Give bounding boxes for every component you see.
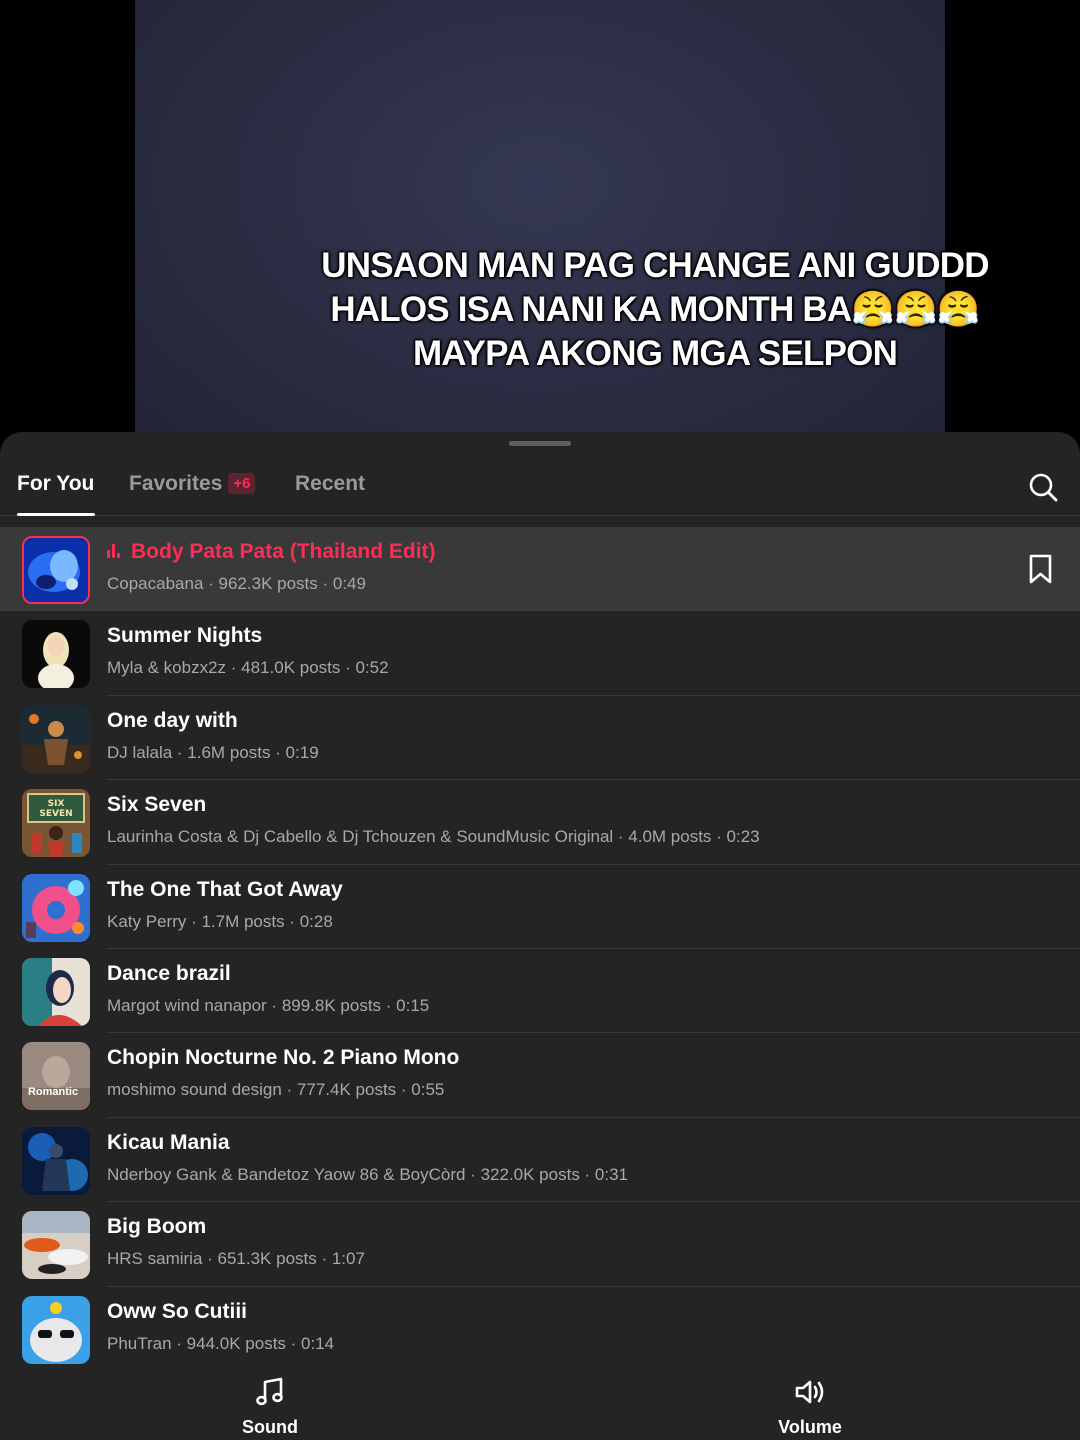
sound-row[interactable]: Dance brazil Margot wind nanapor · 899.8…	[0, 949, 1080, 1034]
active-tab-indicator	[17, 513, 95, 516]
tab-recent-label: Recent	[295, 472, 366, 495]
sound-cover	[22, 1211, 90, 1280]
sound-cover	[22, 957, 90, 1026]
sound-title: Kicau Mania	[107, 1130, 230, 1154]
sound-row[interactable]: The One That Got Away Katy Perry · 1.7M …	[0, 865, 1080, 949]
sound-title: Oww So Cutiii	[107, 1299, 247, 1323]
tab-favorites[interactable]: Favorites +6	[129, 472, 256, 496]
sound-row[interactable]: Summer Nights Myla & kobzx2z · 481.0K po…	[0, 611, 1080, 696]
sound-meta: Laurinha Costa & Dj Cabello & Dj Tchouze…	[107, 827, 760, 847]
sound-title: Chopin Nocturne No. 2 Piano Mono	[107, 1046, 460, 1070]
sound-row[interactable]: Body Pata Pata (Thailand Edit) Copacaban…	[0, 527, 1080, 612]
sound-row[interactable]: One day with DJ lalala · 1.6M posts · 0:…	[0, 696, 1080, 781]
volume-button-label: Volume	[778, 1417, 842, 1437]
tab-for-you[interactable]: For You	[17, 472, 94, 496]
cover-text: SIX SEVEN	[39, 799, 73, 820]
sound-title: The One That Got Away	[107, 877, 343, 901]
equalizer-icon	[107, 544, 125, 558]
video-caption: UNSAON MAN PAG CHANGE ANI GUDDD HALOS IS…	[250, 244, 1060, 376]
sound-meta: moshimo sound design · 777.4K posts · 0:…	[107, 1080, 445, 1100]
sound-cover	[22, 1126, 90, 1195]
video-preview[interactable]: UNSAON MAN PAG CHANGE ANI GUDDD HALOS IS…	[0, 0, 1080, 460]
sound-title: Big Boom	[107, 1215, 207, 1239]
sound-row[interactable]: Oww So Cutiii PhuTran · 944.0K posts · 0…	[0, 1287, 1080, 1371]
sound-meta: Nderboy Gank & Bandetoz Yaow 86 & BoyCòr…	[107, 1164, 629, 1184]
tab-for-you-label: For You	[17, 472, 95, 495]
sound-cover	[22, 873, 90, 942]
sound-meta: Margot wind nanapor · 899.8K posts · 0:1…	[107, 995, 430, 1015]
sheet-grabber[interactable]	[509, 441, 571, 446]
sound-meta: Copacabana · 962.3K posts · 0:49	[107, 574, 366, 593]
sound-list: Body Pata Pata (Thailand Edit) Copacaban…	[0, 527, 1080, 1371]
sound-button-label: Sound	[242, 1417, 298, 1437]
sound-cover: SIX SEVEN	[22, 789, 90, 858]
video-frame	[135, 0, 945, 460]
caption-line: MAYPA AKONG MGA SELPON	[412, 334, 898, 373]
sound-row[interactable]: Romantic Chopin Nocturne No. 2 Piano Mon…	[0, 1033, 1080, 1118]
sound-meta: PhuTran · 944.0K posts · 0:14	[107, 1333, 335, 1353]
volume-button[interactable]: Volume	[750, 1376, 870, 1438]
tab-bar: For You Favorites +6 Recent	[0, 460, 1080, 516]
sound-picker-sheet: For You Favorites +6 Recent Body Pata Pa…	[0, 432, 1080, 1440]
sound-meta: HRS samiria · 651.3K posts · 1:07	[107, 1249, 365, 1269]
sound-cover	[22, 620, 90, 689]
sound-cover: Romantic	[22, 1042, 90, 1111]
sound-title: Body Pata Pata (Thailand Edit)	[107, 540, 436, 564]
caption-line: HALOS ISA NANI KA MONTH BA😤😤😤	[330, 290, 980, 329]
bookmark-icon[interactable]	[1027, 553, 1054, 585]
bottom-bar: Sound Volume	[0, 1368, 1080, 1440]
cover-text: Romantic	[27, 1086, 79, 1099]
sound-row[interactable]: SIX SEVEN Six Seven Laurinha Costa & Dj …	[0, 780, 1080, 865]
search-icon[interactable]	[1026, 470, 1060, 504]
sound-row[interactable]: Kicau Mania Nderboy Gank & Bandetoz Yaow…	[0, 1118, 1080, 1203]
speaker-icon	[795, 1380, 824, 1404]
caption-line: UNSAON MAN PAG CHANGE ANI GUDDD	[321, 246, 989, 285]
sound-title-text: Body Pata Pata (Thailand Edit)	[131, 540, 436, 563]
tab-recent[interactable]: Recent	[295, 472, 365, 496]
sound-title: Six Seven	[107, 793, 207, 817]
sound-cover	[22, 1295, 90, 1364]
tab-favorites-label: Favorites	[129, 472, 223, 495]
music-note-icon	[256, 1377, 283, 1406]
sound-cover	[22, 704, 90, 773]
sound-title: Dance brazil	[107, 961, 231, 985]
sound-title: One day with	[107, 708, 238, 732]
sound-meta: DJ lalala · 1.6M posts · 0:19	[107, 742, 319, 762]
sound-meta: Myla & kobzx2z · 481.0K posts · 0:52	[107, 658, 389, 678]
sound-meta: Katy Perry · 1.7M posts · 0:28	[107, 911, 333, 931]
sound-row[interactable]: Big Boom HRS samiria · 651.3K posts · 1:…	[0, 1202, 1080, 1287]
sound-title: Summer Nights	[107, 624, 263, 648]
sound-cover	[22, 536, 90, 604]
sound-button[interactable]: Sound	[210, 1376, 330, 1438]
favorites-count-badge: +6	[228, 473, 256, 494]
